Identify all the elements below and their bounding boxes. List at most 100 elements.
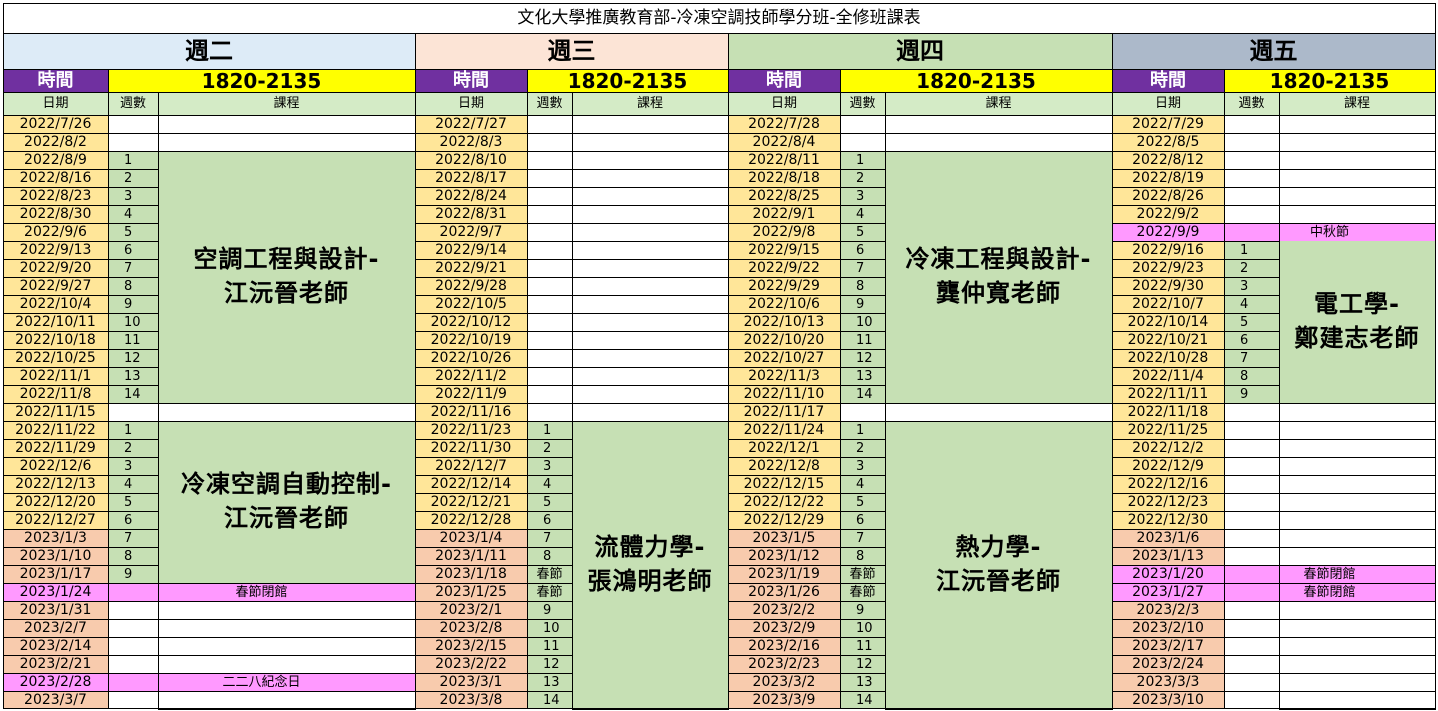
- grid-line: [572, 421, 729, 422]
- grid-line: [840, 493, 886, 494]
- grid-line: [840, 565, 886, 566]
- week-number-cell: 12: [527, 655, 572, 673]
- grid-line: [1279, 601, 1436, 602]
- week-number-cell: 1: [108, 151, 158, 169]
- grid-line: [840, 673, 886, 674]
- week-number-cell: 9: [1224, 385, 1279, 403]
- grid-line: [3, 385, 109, 386]
- grid-line: [3, 187, 109, 188]
- week-number-cell: [527, 313, 572, 331]
- grid-line: [885, 709, 1113, 710]
- course-empty-cell: [572, 187, 728, 205]
- grid-line: [527, 169, 573, 170]
- grid-line: [1112, 583, 1225, 584]
- grid-line: [1279, 565, 1436, 566]
- grid-line: [415, 187, 528, 188]
- course-empty-cell: [572, 169, 728, 187]
- date-cell: 2022/9/22: [728, 259, 840, 277]
- grid-line: [3, 673, 109, 674]
- grid-line: [1112, 367, 1225, 368]
- week-number-cell: [1224, 511, 1279, 529]
- grid-line: [1279, 151, 1436, 152]
- grid-line: [527, 241, 573, 242]
- course-empty-cell: [572, 331, 728, 349]
- course-empty-cell: [885, 403, 1112, 421]
- grid-line: [415, 277, 528, 278]
- grid-line: [1224, 529, 1280, 530]
- date-cell: 2023/1/18: [415, 565, 527, 583]
- date-cell: 2022/9/28: [415, 277, 527, 295]
- date-cell: 2022/10/27: [728, 349, 840, 367]
- grid-line: [1279, 439, 1436, 440]
- week-number-cell: 4: [108, 475, 158, 493]
- grid-line: [572, 259, 729, 260]
- date-cell: 2022/8/5: [1112, 133, 1224, 151]
- grid-line: [728, 367, 841, 368]
- grid-line: [1112, 349, 1225, 350]
- course-empty-cell: [1279, 673, 1435, 691]
- grid-line: [158, 709, 416, 710]
- date-cell: 2023/2/17: [1112, 637, 1224, 655]
- week-number-cell: 9: [527, 601, 572, 619]
- week-number-cell: 2: [840, 169, 885, 187]
- date-cell: 2023/3/2: [728, 673, 840, 691]
- week-number-cell: 2: [840, 439, 885, 457]
- holiday-cell: 中秋節: [1224, 223, 1435, 241]
- grid-line: [1112, 421, 1225, 422]
- date-cell: 2023/2/21: [3, 655, 108, 673]
- week-number-cell: [840, 403, 885, 421]
- week-number-cell: 11: [840, 637, 885, 655]
- grid-line: [728, 655, 841, 656]
- week-number-cell: [1224, 691, 1279, 709]
- week-number-cell: [527, 259, 572, 277]
- week-number-cell: 4: [840, 205, 885, 223]
- grid-line: [840, 205, 886, 206]
- week-number-cell: 3: [840, 457, 885, 475]
- week-number-cell: 11: [527, 637, 572, 655]
- date-cell: 2022/9/1: [728, 205, 840, 223]
- date-cell: 2022/10/18: [3, 331, 108, 349]
- week-number-cell: 1: [1224, 241, 1279, 259]
- time-label: 時間: [415, 69, 527, 92]
- grid-line: [840, 169, 886, 170]
- grid-line: [728, 493, 841, 494]
- grid-line: [1224, 601, 1280, 602]
- grid-line: [728, 349, 841, 350]
- grid-line: [3, 565, 109, 566]
- grid-line: [728, 385, 841, 386]
- grid-line: [1224, 655, 1280, 656]
- grid-line: [527, 691, 573, 692]
- grid-line: [572, 151, 729, 152]
- grid-line: [158, 673, 416, 674]
- course-empty-cell: [158, 601, 415, 619]
- date-cell: 2022/10/21: [1112, 331, 1224, 349]
- grid-line: [1112, 529, 1225, 530]
- week-number-cell: 4: [840, 475, 885, 493]
- grid-line: [108, 439, 159, 440]
- holiday-cell: 春節閉館: [108, 583, 415, 601]
- grid-line: [840, 187, 886, 188]
- course-empty-cell: [1279, 421, 1435, 439]
- course-empty-cell: [158, 691, 415, 709]
- grid-line: [572, 709, 729, 710]
- week-number-cell: [1224, 547, 1279, 565]
- grid-line: [840, 151, 886, 152]
- time-label: 時間: [1112, 69, 1224, 92]
- grid-line: [572, 295, 729, 296]
- grid-line: [728, 439, 841, 440]
- grid-line: [3, 367, 109, 368]
- grid-line: [728, 223, 841, 224]
- week-number-cell: 13: [108, 367, 158, 385]
- date-cell: 2022/11/4: [1112, 367, 1224, 385]
- week-number-cell: 5: [1224, 313, 1279, 331]
- grid-line: [415, 385, 528, 386]
- date-cell: 2022/11/2: [415, 367, 527, 385]
- grid-line: [3, 547, 109, 548]
- grid-line: [158, 691, 416, 692]
- grid-line: [415, 475, 528, 476]
- grid-line: [1112, 601, 1225, 602]
- date-cell: 2022/10/14: [1112, 313, 1224, 331]
- week-number-cell: [527, 295, 572, 313]
- week-number-cell: [1224, 187, 1279, 205]
- date-cell: 2022/11/22: [3, 421, 108, 439]
